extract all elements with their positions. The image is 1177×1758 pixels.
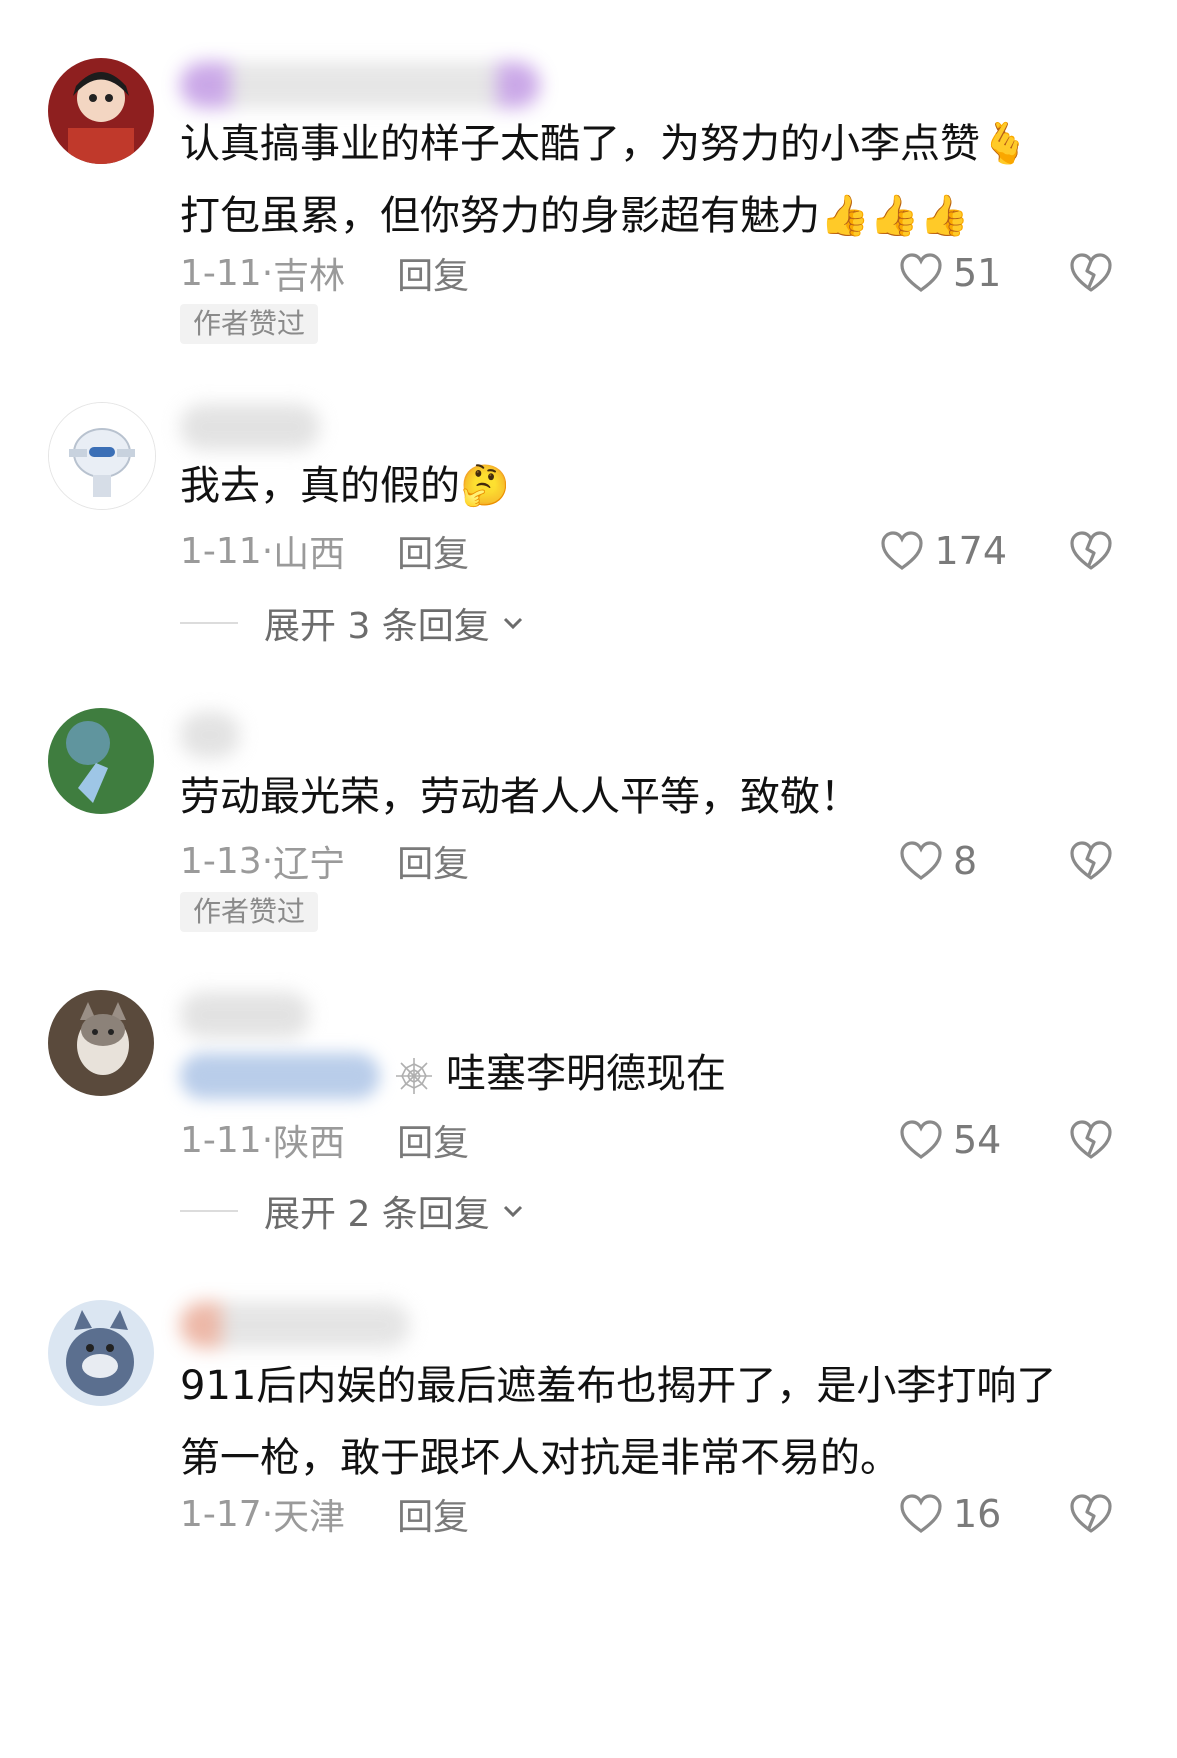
user-avatar[interactable] (48, 402, 156, 510)
like-button[interactable]: 16 (897, 1484, 1007, 1544)
comment-line: 劳动最光荣，劳动者人人平等，致敬！ (180, 774, 860, 820)
expand-replies[interactable]: 展开 3 条回复 (180, 595, 526, 651)
broken-heart-icon (1070, 531, 1112, 570)
heart-outline-icon (900, 253, 942, 292)
expand-divider (180, 622, 238, 624)
separator: · (261, 530, 274, 572)
heart-hands-emoji: 🫰 (980, 121, 1030, 167)
reply-button[interactable]: 回复 (397, 835, 469, 887)
comment-text: 我去，真的假的🤔 (180, 450, 1117, 522)
expand-replies[interactable]: 展开 2 条回复 (180, 1183, 526, 1239)
avatar-image (48, 1300, 154, 1406)
thinking-face-emoji: 🤔 (460, 463, 510, 509)
comment-meta: 1-13 · 辽宁 回复 (180, 831, 469, 891)
avatar-image (48, 58, 154, 164)
comment-line: 认真搞事业的样子太酷了，为努力的小李点赞 (180, 121, 980, 167)
reply-button[interactable]: 回复 (397, 1114, 469, 1166)
heart-outline-icon (900, 1494, 942, 1533)
comment-location: 天津 (273, 1497, 346, 1538)
user-avatar[interactable] (48, 990, 154, 1096)
like-count: 54 (953, 1118, 1002, 1162)
comment-text: 认真搞事业的样子太酷了，为努力的小李点赞🫰 打包虽累，但你努力的身影超有魅力👍👍… (180, 108, 1117, 252)
author-liked-badge: 作者赞过 (180, 304, 319, 344)
heart-outline-icon (900, 1120, 942, 1159)
user-avatar[interactable] (48, 708, 154, 814)
reply-button[interactable]: 回复 (397, 247, 469, 299)
expand-replies-label: 展开 3 条回复 (264, 606, 490, 647)
reply-button[interactable]: 回复 (397, 1488, 469, 1540)
heart-outline-icon (900, 841, 942, 880)
like-button[interactable]: 8 (897, 831, 1007, 891)
avatar-image (48, 708, 154, 814)
separator: · (261, 1119, 274, 1161)
like-button[interactable]: 174 (878, 521, 1007, 581)
comment-date: 1-11 (180, 530, 262, 572)
like-count: 16 (953, 1492, 1002, 1536)
comment-location: 辽宁 (273, 844, 346, 885)
broken-heart-icon (1070, 1120, 1112, 1159)
like-button[interactable]: 51 (897, 243, 1007, 303)
username-blurred[interactable] (180, 62, 540, 108)
username-blurred[interactable] (180, 712, 240, 758)
comment-line: 我去，真的假的 (180, 463, 460, 509)
comment-date: 1-11 (180, 1119, 262, 1161)
broken-heart-icon (1070, 253, 1112, 292)
reply-button[interactable]: 回复 (397, 525, 469, 577)
comment-line: 911后内娱的最后遮羞布也揭开了，是小李打响了 (180, 1363, 1057, 1409)
comment-meta: 1-11 · 陕西 回复 (180, 1110, 469, 1170)
separator: · (261, 252, 274, 294)
user-avatar[interactable] (48, 1300, 154, 1406)
comment-text: 哇塞李明德现在 (180, 1038, 1117, 1110)
like-count: 8 (953, 839, 978, 883)
broken-heart-icon (1070, 841, 1112, 880)
comment-location: 山西 (273, 534, 346, 575)
chevron-down-icon (503, 1205, 522, 1218)
avatar-image (48, 990, 154, 1096)
comment-date: 1-17 (180, 1493, 262, 1535)
user-avatar[interactable] (48, 58, 154, 164)
avatar-image (49, 403, 155, 509)
comment-meta: 1-17 · 天津 回复 (180, 1484, 469, 1544)
separator: · (261, 1493, 274, 1535)
thumbs-up-emoji: 👍👍👍 (820, 193, 970, 239)
comment-location: 吉林 (273, 256, 346, 297)
username-blurred[interactable] (180, 404, 320, 450)
author-liked-badge: 作者赞过 (180, 892, 319, 932)
username-blurred[interactable] (180, 992, 310, 1038)
comment-location: 陕西 (273, 1123, 346, 1164)
broken-heart-icon (1070, 1494, 1112, 1533)
comment-meta: 1-11 · 吉林 回复 (180, 243, 469, 303)
comment-meta: 1-11 · 山西 回复 (180, 521, 469, 581)
expand-replies-label: 展开 2 条回复 (264, 1194, 490, 1235)
dislike-button[interactable] (1067, 831, 1119, 891)
like-button[interactable]: 54 (897, 1110, 1007, 1170)
like-count: 174 (934, 529, 1007, 573)
comment-text: 劳动最光荣，劳动者人人平等，致敬！ (180, 761, 1117, 833)
mention-blurred[interactable] (180, 1053, 380, 1099)
chevron-down-icon (503, 617, 522, 630)
dislike-button[interactable] (1067, 1110, 1119, 1170)
dislike-button[interactable] (1067, 521, 1119, 581)
like-count: 51 (953, 251, 1002, 295)
username-blurred[interactable] (180, 1302, 410, 1348)
comment-line: 打包虽累，但你努力的身影超有魅力 (180, 193, 820, 239)
heart-outline-icon (881, 531, 924, 570)
comment-date: 1-11 (180, 252, 262, 294)
comment-date: 1-13 (180, 840, 262, 882)
expand-divider (180, 1210, 238, 1212)
comment-text: 911后内娱的最后遮羞布也揭开了，是小李打响了 第一枪，敢于跟坏人对抗是非常不易… (180, 1350, 1117, 1494)
dislike-button[interactable] (1067, 1484, 1119, 1544)
separator: · (261, 840, 274, 882)
comment-line: 哇塞李明德现在 (446, 1051, 726, 1097)
dislike-button[interactable] (1067, 243, 1119, 303)
spider-web-icon (396, 1058, 432, 1094)
